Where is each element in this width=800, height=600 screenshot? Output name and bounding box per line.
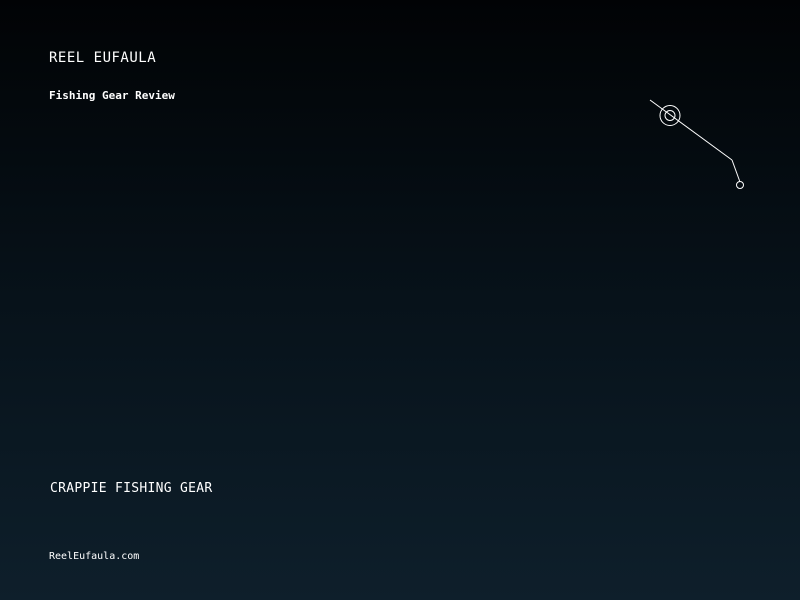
- headline: CRAPPIE FISHING GEAR: [50, 481, 213, 496]
- fishing-rod-reel-icon: [649, 99, 744, 189]
- fishing-line: [731, 159, 741, 183]
- brand-subtitle: Fishing Gear Review: [49, 89, 175, 102]
- hook-bobber: [736, 181, 744, 189]
- brand-name: REEL EUFAULA: [49, 50, 157, 66]
- site-url: ReelEufaula.com: [49, 551, 140, 562]
- reel-outer: [659, 105, 681, 126]
- reel-inner: [664, 110, 676, 121]
